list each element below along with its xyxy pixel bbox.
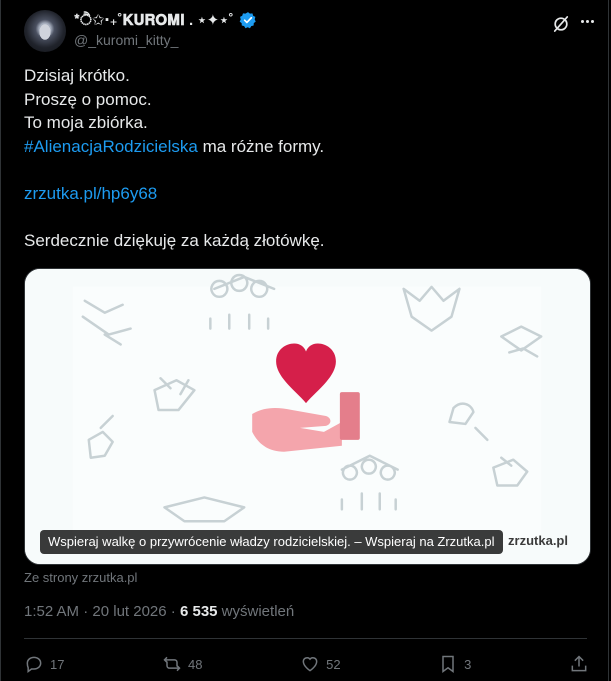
card-brand: zrzutka.pl — [508, 533, 568, 548]
bookmark-count: 3 — [464, 656, 472, 672]
author-handle[interactable]: @_kuromi_kitty_ — [74, 32, 178, 48]
repost-count: 48 — [188, 656, 203, 672]
link-preview-card[interactable]: Wspieraj walkę o przywrócenie władzy rod… — [24, 268, 591, 565]
tweet-line: Dzisiaj krótko. — [24, 66, 130, 85]
tweet-line-hashtag: #AlienacjaRodzicielska ma różne formy. — [24, 135, 584, 159]
hashtag-rest: ma różne formy. — [197, 136, 325, 156]
action-bar: 17 48 52 3 — [24, 650, 589, 678]
tweet-text: Dzisiaj krótko. Proszę o pomoc. To moja … — [24, 64, 584, 252]
view-count: 6 535 — [179, 603, 218, 620]
reply-icon — [26, 656, 42, 673]
share-button[interactable] — [569, 654, 589, 674]
reply-count: 17 — [50, 656, 65, 672]
bookmark-button[interactable]: 3 — [438, 654, 471, 674]
tweet-line: To moja zbiórka. — [24, 113, 148, 132]
card-caption: Wspieraj walkę o przywrócenie władzy rod… — [40, 530, 503, 554]
tweet-meta: 1:52 AM · 20 lut 2026 · 6 535 wyświetleń — [24, 603, 294, 620]
tweet-date[interactable]: 20 lut 2026 — [92, 603, 166, 620]
verified-badge-icon[interactable] — [239, 11, 257, 29]
author-name-row: *ੈ✩‧₊˚𝐊𝐔𝐑𝐎𝐌𝐈 . ⋆✦⋆˚ — [74, 10, 257, 30]
meta-separator: · — [79, 603, 93, 620]
tweet-line: Proszę o pomoc. — [24, 89, 152, 109]
url-link[interactable]: zrzutka.pl/hp6y68 — [24, 184, 157, 203]
author-display-name[interactable]: *ੈ✩‧₊˚𝐊𝐔𝐑𝐎𝐌𝐈 . ⋆✦⋆˚ — [74, 11, 234, 29]
reply-button[interactable]: 17 — [24, 654, 64, 674]
tweet-line: Serdecznie dziękuję za każdą złotówkę. — [24, 230, 325, 250]
share-icon — [571, 655, 587, 672]
more-options-icon[interactable] — [577, 10, 597, 32]
card-source[interactable]: Ze strony zrzutka.pl — [24, 570, 137, 585]
repost-button[interactable]: 48 — [162, 654, 203, 674]
like-button[interactable]: 52 — [300, 654, 341, 674]
heart-icon — [302, 657, 318, 672]
avatar[interactable] — [24, 10, 66, 52]
tweet-time[interactable]: 1:52 AM — [24, 603, 79, 620]
like-count: 52 — [326, 656, 341, 672]
grok-icon[interactable] — [551, 14, 571, 34]
meta-separator: · — [166, 603, 180, 620]
divider — [24, 638, 587, 639]
bookmark-icon — [442, 655, 454, 673]
repost-icon — [163, 656, 181, 672]
hashtag-link[interactable]: #AlienacjaRodzicielska — [24, 137, 198, 156]
brand-text: zrzutka.pl — [508, 533, 568, 548]
card-image — [25, 269, 590, 564]
views-label: wyświetleń — [217, 603, 295, 620]
